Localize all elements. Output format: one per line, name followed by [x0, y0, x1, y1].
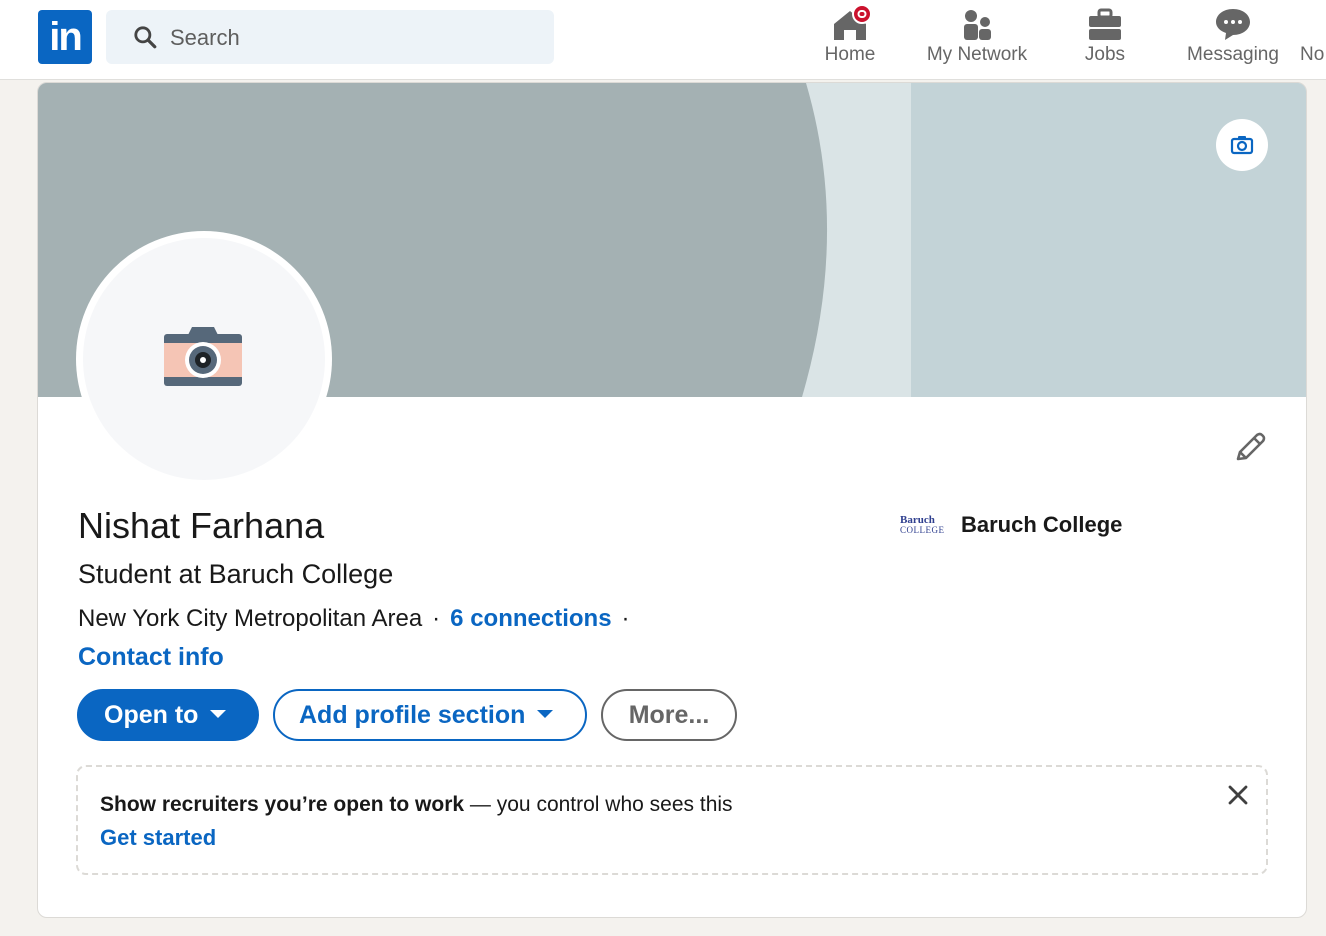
edit-intro-pencil-icon[interactable]	[1232, 429, 1268, 465]
profile-photo[interactable]	[76, 231, 332, 487]
nav-home[interactable]: Home	[810, 0, 890, 80]
edit-banner-button[interactable]	[1216, 119, 1268, 171]
nav-jobs-label: Jobs	[1084, 44, 1126, 65]
camera-icon	[1230, 136, 1254, 155]
nav-messaging[interactable]: Messaging	[1176, 0, 1290, 80]
profile-name: Nishat Farhana	[78, 505, 325, 546]
messaging-icon	[1216, 9, 1250, 40]
search-placeholder: Search	[170, 25, 240, 50]
close-icon[interactable]	[1226, 783, 1250, 807]
open-to-work-text: Show recruiters you’re open to work — yo…	[100, 793, 733, 817]
home-icon	[834, 6, 870, 40]
linkedin-logo[interactable]: in	[38, 10, 92, 64]
search-icon	[134, 26, 157, 49]
more-label: More...	[628, 701, 710, 729]
nav-my-network[interactable]: My Network	[917, 0, 1037, 80]
add-profile-section-label: Add profile section	[299, 701, 526, 729]
add-profile-section-button[interactable]: Add profile section	[273, 689, 587, 741]
open-to-work-prompt: Show recruiters you’re open to work — yo…	[76, 765, 1268, 875]
connections-link[interactable]: 6 connections	[450, 605, 611, 632]
open-to-work-rest: — you control who sees this	[464, 793, 733, 816]
nav-jobs[interactable]: Jobs	[1065, 0, 1145, 80]
baruch-logo: Baruch COLLEGE	[900, 514, 945, 536]
nav-notifications[interactable]: No	[1300, 0, 1326, 80]
contact-info-link[interactable]: Contact info	[78, 643, 224, 672]
search-input[interactable]: Search	[106, 10, 554, 64]
profile-card: Nishat Farhana Student at Baruch College…	[37, 82, 1307, 918]
open-to-work-bold: Show recruiters you’re open to work	[100, 793, 465, 816]
separator-dot: ·	[432, 605, 441, 632]
more-button[interactable]: More...	[601, 689, 737, 741]
education-name: Baruch College	[961, 512, 1123, 537]
open-to-label: Open to	[104, 701, 199, 729]
nav-notifications-label: No	[1300, 44, 1325, 65]
profile-headline: Student at Baruch College	[78, 559, 394, 589]
separator-dot: ·	[621, 605, 630, 632]
get-started-link[interactable]: Get started	[100, 825, 216, 851]
top-nav: in Search Home My Network Jobs Messaging…	[0, 0, 1326, 80]
camera-icon	[164, 327, 242, 386]
nav-home-label: Home	[824, 44, 876, 65]
briefcase-icon	[1089, 8, 1121, 40]
nav-messaging-label: Messaging	[1187, 44, 1279, 65]
profile-location: New York City Metropolitan Area	[78, 605, 423, 632]
nav-my-network-label: My Network	[926, 44, 1028, 65]
open-to-button[interactable]: Open to	[77, 689, 259, 741]
profile-photo-placeholder	[83, 238, 325, 480]
network-icon	[964, 10, 991, 40]
caret-down-icon	[210, 710, 227, 719]
location-row: New York City Metropolitan Area · 6 connec…	[78, 605, 640, 633]
caret-down-icon	[537, 710, 554, 719]
